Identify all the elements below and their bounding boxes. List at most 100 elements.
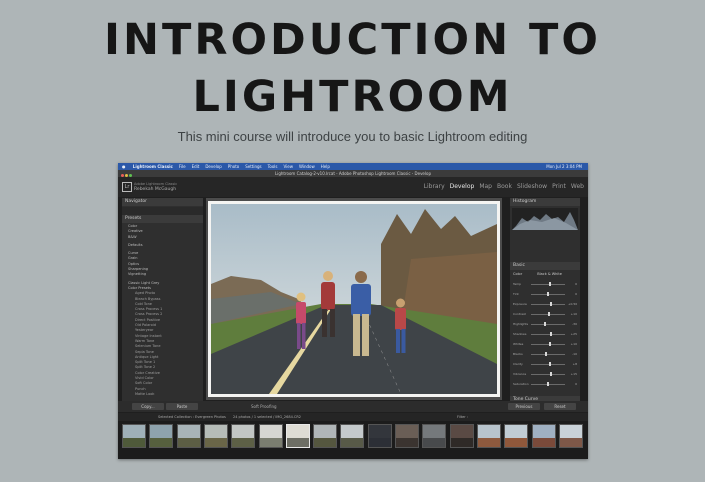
soft-proofing-toggle[interactable]: Soft Proofing [251,404,277,409]
histogram-graph [512,208,578,230]
menu-item[interactable]: Help [321,164,330,169]
right-panel: Histogram Basic Color Black & White Temp… [510,198,580,411]
thumbnail-ground [450,438,473,447]
menu-item[interactable]: Settings [245,164,261,169]
filmstrip-thumbnail[interactable] [231,424,256,448]
filmstrip-thumbnail[interactable] [122,424,146,448]
slider-exposure: Exposure +0.50 [513,302,577,306]
filmstrip-thumbnail[interactable] [367,424,392,448]
slider-label: Tint [513,292,519,296]
thumbnail-sky [314,425,337,439]
slider-shadows: Shadows +25 [513,332,577,336]
slider-track[interactable] [531,374,565,375]
slider-value[interactable]: +10 [568,312,577,316]
thumbnail-sky [396,425,418,439]
slider-label: Temp [513,282,521,286]
treatment-bw[interactable]: Black & White [537,272,562,276]
menu-item[interactable]: Tools [268,164,278,169]
module-book[interactable]: Book [497,183,512,190]
slider-knob[interactable] [549,302,552,306]
menu-items: Lightroom Classic File Edit Develop Photo Set… [133,164,336,169]
filmstrip-thumbnail[interactable] [422,424,447,448]
navigator-header[interactable]: Navigator [122,198,203,206]
histogram-header[interactable]: Histogram [510,198,580,206]
filmstrip-thumbnail[interactable] [258,424,283,448]
slider-knob[interactable] [545,352,548,356]
lightroom-logo: Lr [122,182,132,192]
filmstrip-thumbnail[interactable] [558,424,583,448]
module-slideshow[interactable]: Slideshow [517,183,547,190]
slider-track[interactable] [531,324,565,325]
thumbnail-sky [505,425,528,439]
filmstrip-thumbnail[interactable] [531,424,556,448]
menu-item[interactable]: Develop [205,164,221,169]
slider-value[interactable]: +8 [568,362,577,366]
slider-track[interactable] [531,334,565,335]
copy-button[interactable]: Copy... [132,403,164,410]
module-develop[interactable]: Develop [450,183,475,190]
slider-knob[interactable] [548,282,551,286]
lightroom-screenshot: ● Lightroom Classic File Edit Develop Photo S… [118,163,588,459]
slider-knob[interactable] [547,292,549,296]
filmstrip-bar: Selected Collection : Evergreen Photos 2… [118,413,588,421]
treatment-color[interactable]: Color [513,272,522,276]
thumbnail-ground [314,438,337,447]
slider-value[interactable]: 0 [568,292,577,296]
filmstrip-filter[interactable]: Filter : [457,413,468,421]
filmstrip-thumbnail[interactable] [504,424,529,448]
module-print[interactable]: Print [552,183,566,190]
filmstrip-thumbnail[interactable] [203,424,228,448]
preset-item[interactable]: Vignetting [122,272,203,277]
slider-knob[interactable] [548,342,551,346]
identity-owner: Adobe Lightroom Classic Rebekah McGaugh [134,182,177,192]
filmstrip-thumbnail[interactable] [149,424,174,448]
paste-button[interactable]: Paste [166,403,198,410]
slider-track[interactable] [531,304,565,305]
slider-knob[interactable] [544,322,547,326]
slider-knob[interactable] [548,362,551,366]
basic-header[interactable]: Basic [510,262,580,270]
menu-item[interactable]: File [179,164,186,169]
thumbnail-ground [477,438,500,447]
menu-item[interactable]: Lightroom Classic [133,164,173,169]
filmstrip-thumbnail[interactable] [476,424,501,448]
filmstrip-thumbnail[interactable] [176,424,201,448]
slider-track[interactable] [531,354,565,355]
slider-value[interactable]: +0.50 [568,302,577,306]
slider-value[interactable]: -10 [568,352,577,356]
module-map[interactable]: Map [479,183,492,190]
filmstrip-thumbnail[interactable] [395,424,419,448]
filmstrip-thumbnail[interactable] [313,424,338,448]
reset-button[interactable]: Reset [544,403,576,410]
slider-knob[interactable] [547,312,550,316]
previous-button[interactable]: Previous [508,403,540,410]
slider-value[interactable]: 0 [568,282,577,286]
filmstrip-thumbnail[interactable] [340,424,365,448]
slider-knob[interactable] [547,382,549,386]
slider-value[interactable]: -30 [568,322,577,326]
filmstrip-thumbnail[interactable] [285,424,310,448]
preset-item[interactable]: Defaults [122,243,203,248]
menubar-clock: Mon Jul 2 3:04 PM [546,164,582,169]
module-library[interactable]: Library [424,183,445,190]
slider-value[interactable]: +10 [568,342,577,346]
thumbnail-ground [259,438,282,447]
menu-item[interactable]: Window [299,164,315,169]
slider-knob[interactable] [550,332,553,336]
slider-label: Whites [513,342,524,346]
preset-item[interactable]: B&W [122,235,203,240]
module-web[interactable]: Web [571,183,584,190]
slider-knob[interactable] [549,372,552,376]
apple-icon[interactable]: ● [122,164,126,169]
menu-item[interactable]: Photo [228,164,239,169]
presets-header[interactable]: Presets [122,215,203,223]
filmstrip-source[interactable]: Selected Collection : Evergreen Photos [158,415,226,419]
slider-value[interactable]: 0 [568,382,577,386]
slider-value[interactable]: +25 [568,332,577,336]
preset-item[interactable]: Matte Look [122,392,203,397]
menu-item[interactable]: Edit [192,164,200,169]
menu-item[interactable]: View [283,164,293,169]
filmstrip-thumbnail[interactable] [449,424,474,448]
slider-value[interactable]: +15 [568,372,577,376]
thumbnail-ground [368,438,391,447]
